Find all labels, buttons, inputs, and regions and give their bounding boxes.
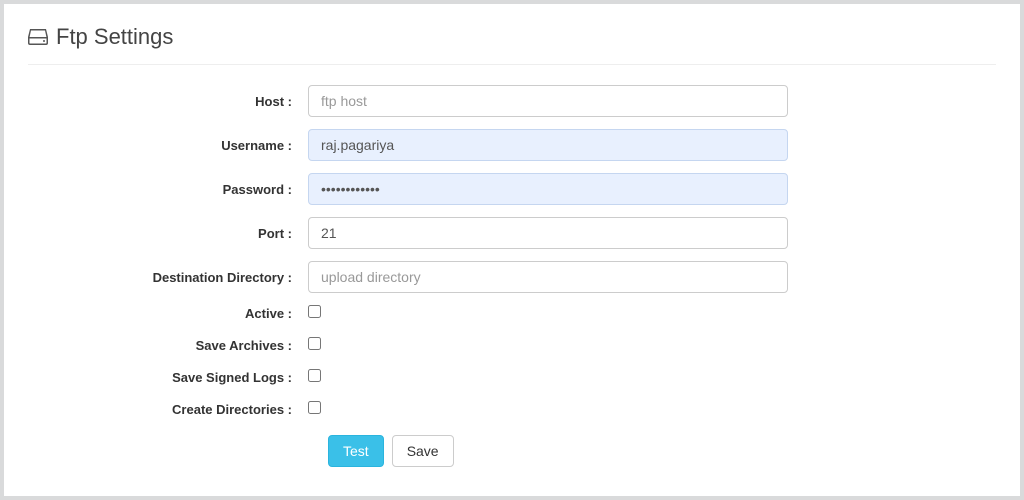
port-row: Port :: [28, 217, 996, 249]
port-label: Port :: [28, 226, 308, 241]
ftp-settings-page: Ftp Settings Host : Username : Password …: [4, 4, 1020, 496]
host-input[interactable]: [308, 85, 788, 117]
save-signed-logs-row: Save Signed Logs :: [28, 369, 996, 385]
create-directories-checkbox[interactable]: [308, 401, 321, 414]
save-archives-row: Save Archives :: [28, 337, 996, 353]
port-input[interactable]: [308, 217, 788, 249]
save-archives-label: Save Archives :: [28, 338, 308, 353]
test-button[interactable]: Test: [328, 435, 384, 467]
save-signed-logs-checkbox[interactable]: [308, 369, 321, 382]
active-row: Active :: [28, 305, 996, 321]
password-label: Password :: [28, 182, 308, 197]
password-input[interactable]: [308, 173, 788, 205]
password-row: Password :: [28, 173, 996, 205]
host-row: Host :: [28, 85, 996, 117]
page-header: Ftp Settings: [28, 24, 996, 65]
active-label: Active :: [28, 306, 308, 321]
hdd-icon: [28, 29, 48, 45]
username-label: Username :: [28, 138, 308, 153]
save-button[interactable]: Save: [392, 435, 454, 467]
page-title: Ftp Settings: [56, 24, 173, 50]
create-directories-row: Create Directories :: [28, 401, 996, 417]
destination-row: Destination Directory :: [28, 261, 996, 293]
create-directories-label: Create Directories :: [28, 402, 308, 417]
save-archives-checkbox[interactable]: [308, 337, 321, 350]
button-row: Test Save: [328, 435, 996, 467]
destination-input[interactable]: [308, 261, 788, 293]
host-label: Host :: [28, 94, 308, 109]
username-row: Username :: [28, 129, 996, 161]
destination-label: Destination Directory :: [28, 270, 308, 285]
username-input[interactable]: [308, 129, 788, 161]
save-signed-logs-label: Save Signed Logs :: [28, 370, 308, 385]
active-checkbox[interactable]: [308, 305, 321, 318]
